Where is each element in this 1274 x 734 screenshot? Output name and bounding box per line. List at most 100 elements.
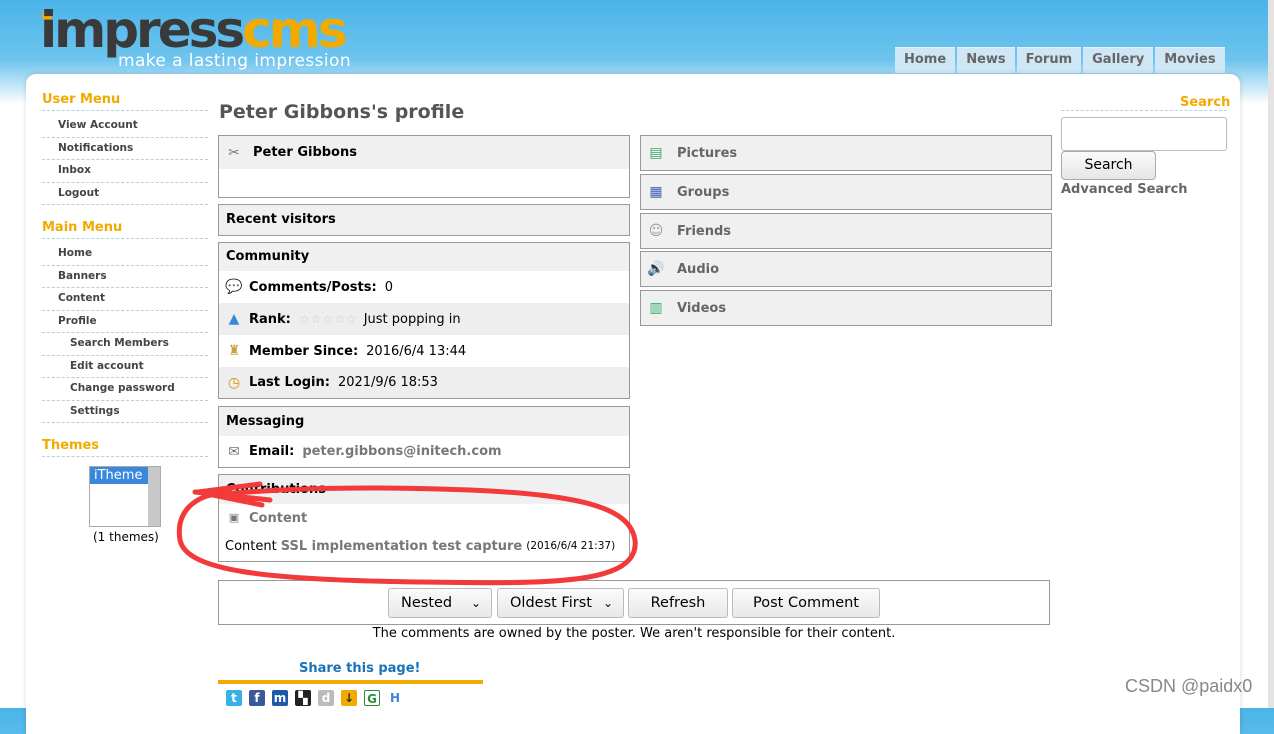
videos-panel[interactable]: ▥ Videos — [640, 290, 1052, 326]
rank-value: Just popping in — [363, 311, 461, 327]
window-scrollbar[interactable] — [1268, 0, 1274, 708]
groups-icon: ▦ — [649, 184, 663, 200]
comments-disclaimer: The comments are owned by the poster. We… — [372, 626, 896, 641]
delicious-icon[interactable]: ▚ — [295, 690, 311, 706]
community-title: Community — [219, 243, 629, 271]
comment-mode-select[interactable]: Nested ⌄ — [388, 588, 492, 618]
contribution-module[interactable]: Content — [249, 511, 307, 526]
audio-panel[interactable]: 🔊 Audio — [640, 251, 1052, 287]
contribution-date: (2016/6/4 21:37) — [526, 540, 616, 552]
search-title: Search — [1180, 95, 1231, 110]
logo-tagline: make a lasting impression — [118, 51, 352, 71]
menu-banners[interactable]: Banners — [42, 266, 208, 288]
email-link[interactable]: peter.gibbons@initech.com — [302, 444, 501, 459]
clock-icon: ◷ — [227, 374, 241, 391]
menu-content[interactable]: Content — [42, 288, 208, 311]
share-title: Share this page! — [299, 661, 421, 676]
search-divider — [1061, 110, 1227, 111]
myspace-icon[interactable]: m — [272, 690, 288, 706]
rank-row: ▲ Rank: ☆☆☆☆☆ Just popping in — [219, 303, 629, 335]
contribution-link[interactable]: SSL implementation test capture — [281, 539, 523, 554]
advanced-search-link[interactable]: Advanced Search — [1061, 182, 1188, 197]
chevron-down-icon: ⌄ — [602, 596, 613, 610]
last-login-row: ◷ Last Login: 2021/9/6 18:53 — [219, 367, 629, 398]
page-title: Peter Gibbons's profile — [219, 101, 465, 123]
friends-label: Friends — [677, 223, 732, 239]
post-comment-button[interactable]: Post Comment — [732, 588, 880, 618]
menu-change-password[interactable]: Change password — [42, 378, 208, 401]
last-login-value: 2021/9/6 18:53 — [337, 375, 438, 390]
groups-panel[interactable]: ▦ Groups — [640, 174, 1052, 210]
rank-label: Rank: — [249, 311, 291, 327]
profile-name: Peter Gibbons — [253, 145, 357, 160]
google-icon[interactable]: G — [364, 690, 380, 706]
comments-label: Comments/Posts: — [249, 279, 377, 295]
contributions-title: Contributions — [219, 475, 629, 504]
twitter-icon[interactable]: t — [226, 690, 242, 706]
nav-news[interactable]: News — [957, 47, 1015, 73]
share-divider — [218, 680, 483, 684]
comments-icon: 💬 — [225, 279, 243, 295]
themes-title: Themes — [42, 438, 208, 457]
contribution-item: Content SSL implementation test capture … — [219, 532, 629, 560]
main-menu-title: Main Menu — [42, 220, 208, 239]
facebook-icon[interactable]: f — [249, 690, 265, 706]
pictures-icon: ▤ — [649, 145, 663, 161]
nav-home[interactable]: Home — [895, 47, 956, 73]
menu-logout[interactable]: Logout — [42, 183, 208, 205]
messaging-box: Messaging ✉ Email: peter.gibbons@initech… — [218, 406, 630, 468]
menu-edit-account[interactable]: Edit account — [42, 356, 208, 378]
comment-bar: Nested ⌄ Oldest First ⌄ Refresh Post Com… — [218, 580, 1050, 625]
nav-forum[interactable]: Forum — [1016, 47, 1082, 73]
nav-movies[interactable]: Movies — [1155, 47, 1225, 73]
contributions-box: Contributions ▣ Content Content SSL impl… — [218, 474, 630, 562]
refresh-button[interactable]: Refresh — [628, 588, 728, 618]
member-since-value: 2016/6/4 13:44 — [366, 343, 467, 359]
search-button[interactable]: Search — [1061, 151, 1156, 180]
rank-stars: ☆☆☆☆☆ — [298, 312, 358, 326]
recent-visitors-box: Recent visitors — [218, 204, 630, 236]
menu-search-members[interactable]: Search Members — [42, 333, 208, 356]
site-logo[interactable]: impresscms make a lasting impression — [40, 1, 370, 72]
comment-mode-value: Nested — [401, 595, 453, 611]
themes-count: (1 themes) — [93, 530, 159, 544]
left-sidebar: User Menu View Account Notifications Inb… — [42, 92, 208, 457]
contribution-module-row: ▣ Content — [219, 504, 629, 532]
menu-profile[interactable]: Profile — [42, 311, 208, 333]
envelope-icon: ✉ — [228, 443, 240, 460]
menu-notifications[interactable]: Notifications — [42, 138, 208, 160]
theme-select-scrollbar[interactable] — [148, 467, 160, 526]
watermark: CSDN @paidx0 — [1125, 676, 1253, 696]
community-box: Community 💬 Comments/Posts: 0 ▲ Rank: ☆☆… — [218, 242, 630, 399]
menu-home[interactable]: Home — [42, 243, 208, 266]
digg-icon[interactable]: d — [318, 690, 334, 706]
profile-name-box: ✂ Peter Gibbons — [218, 135, 630, 198]
menu-inbox[interactable]: Inbox — [42, 160, 208, 183]
contribution-prefix: Content — [225, 538, 277, 554]
member-since-label: Member Since: — [249, 343, 359, 359]
content-icon: ▣ — [228, 511, 240, 524]
nav-gallery[interactable]: Gallery — [1083, 47, 1154, 73]
search-input[interactable] — [1061, 117, 1227, 151]
pictures-panel[interactable]: ▤ Pictures — [640, 135, 1052, 171]
menu-settings[interactable]: Settings — [42, 401, 208, 423]
email-row: ✉ Email: peter.gibbons@initech.com — [219, 436, 629, 467]
friends-icon: ☺ — [648, 223, 664, 239]
hyves-icon[interactable]: H — [387, 690, 403, 706]
member-icon: ♜ — [227, 343, 241, 359]
audio-label: Audio — [677, 261, 720, 277]
rank-icon: ▲ — [228, 311, 240, 327]
member-since-row: ♜ Member Since: 2016/6/4 13:44 — [219, 335, 629, 367]
stumble-icon[interactable]: ↓ — [341, 690, 357, 706]
comment-order-select[interactable]: Oldest First ⌄ — [497, 588, 624, 618]
user-menu-title: User Menu — [42, 92, 208, 111]
comments-row: 💬 Comments/Posts: 0 — [219, 271, 629, 303]
top-nav: Home News Forum Gallery Movies — [895, 47, 1225, 73]
theme-option-itheme[interactable]: iTheme — [90, 467, 148, 484]
menu-view-account[interactable]: View Account — [42, 115, 208, 138]
share-icons: t f m ▚ d ↓ G H — [226, 690, 403, 706]
email-label: Email: — [249, 444, 295, 459]
friends-panel[interactable]: ☺ Friends — [640, 213, 1052, 249]
theme-select[interactable]: iTheme — [89, 466, 161, 527]
videos-label: Videos — [677, 300, 727, 316]
